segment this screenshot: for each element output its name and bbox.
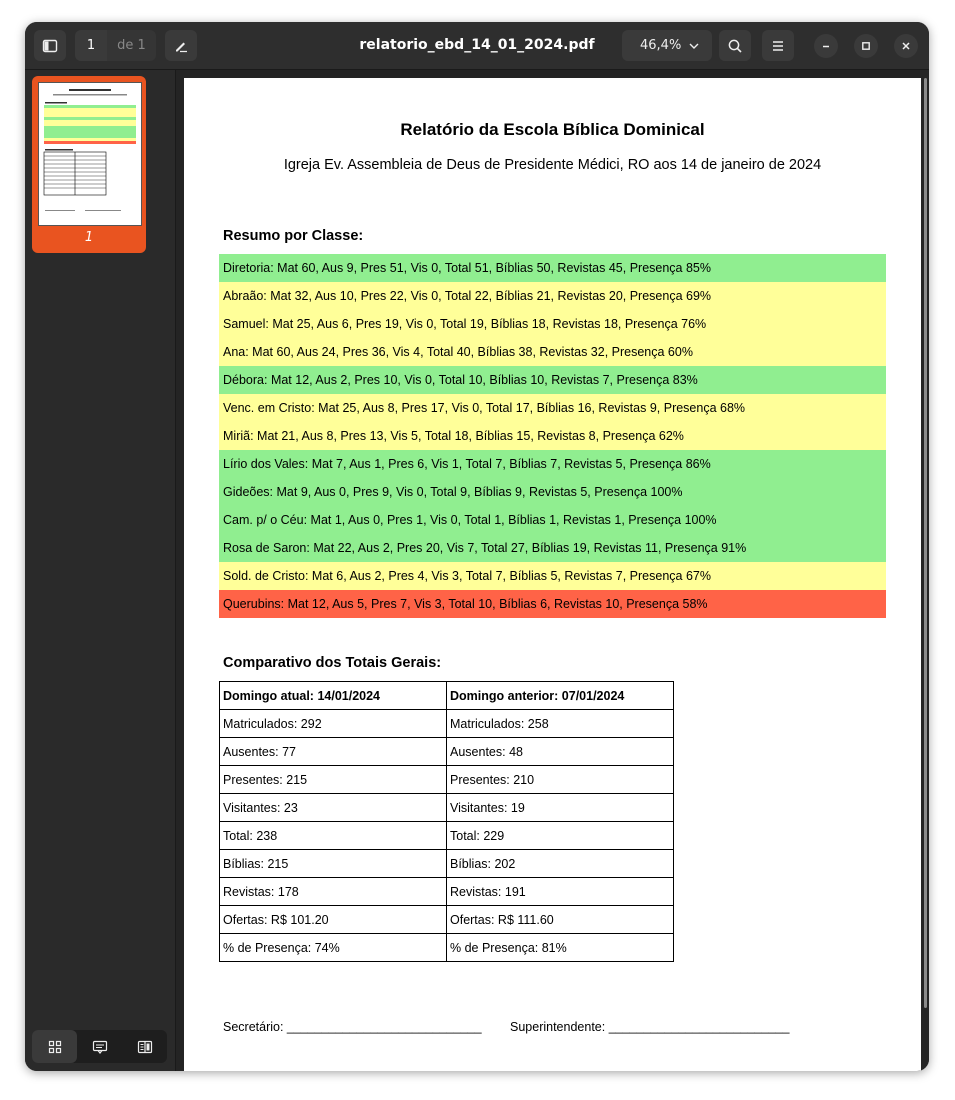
page-total-label: de 1 xyxy=(107,30,156,61)
search-icon xyxy=(728,39,742,53)
table-row: Revistas: 178 Revistas: 191 xyxy=(219,877,674,906)
close-button[interactable] xyxy=(894,34,918,58)
minimize-button[interactable] xyxy=(814,34,838,58)
close-icon xyxy=(902,42,910,50)
class-row: Rosa de Saron: Mat 22, Aus 2, Pres 20, V… xyxy=(219,534,886,562)
cell-current: Bíblias: 215 xyxy=(219,849,447,878)
column-header-current: Domingo atual: 14/01/2024 xyxy=(219,681,447,710)
class-row: Lírio dos Vales: Mat 7, Aus 1, Pres 6, V… xyxy=(219,450,886,478)
annotate-button[interactable] xyxy=(165,30,197,61)
vertical-scrollbar[interactable] xyxy=(924,78,927,1008)
hamburger-menu-icon xyxy=(773,40,783,51)
class-row: Diretoria: Mat 60, Aus 9, Pres 51, Vis 0… xyxy=(219,254,886,282)
table-row: Presentes: 215 Presentes: 210 xyxy=(219,765,674,794)
thumbnails-grid-icon xyxy=(48,1040,61,1053)
cell-current: Matriculados: 292 xyxy=(219,709,447,738)
cell-previous: Total: 229 xyxy=(446,821,674,850)
cell-previous: Ofertas: R$ 111.60 xyxy=(446,905,674,934)
outline-book-icon xyxy=(137,1040,152,1053)
annotate-pen-icon xyxy=(176,42,187,52)
table-row: % de Presença: 74%% de Presença: 81% xyxy=(219,933,674,962)
minimize-icon xyxy=(823,45,829,48)
table-row: Bíblias: 215 Bíblias: 202 xyxy=(219,849,674,878)
document-title: relatorio_ebd_14_01_2024.pdf xyxy=(359,37,595,53)
compare-heading: Comparativo dos Totais Gerais: xyxy=(223,655,442,671)
class-row: Débora: Mat 12, Aus 2, Pres 10, Vis 0, T… xyxy=(219,366,886,394)
cell-current: Visitantes: 23 xyxy=(219,793,447,822)
column-header-previous: Domingo anterior: 07/01/2024 xyxy=(446,681,674,710)
totals-comparison-table: Domingo atual: 14/01/2024 Domingo anteri… xyxy=(219,681,674,962)
cell-previous: % de Presença: 81% xyxy=(446,933,674,962)
table-header-row: Domingo atual: 14/01/2024 Domingo anteri… xyxy=(219,681,674,710)
class-row: Miriã: Mat 21, Aus 8, Pres 13, Vis 5, To… xyxy=(219,422,886,450)
thumbnail-preview xyxy=(38,82,142,226)
class-row: Samuel: Mat 25, Aus 6, Pres 19, Vis 0, T… xyxy=(219,310,886,338)
class-row: Abraão: Mat 32, Aus 10, Pres 22, Vis 0, … xyxy=(219,282,886,310)
zoom-level: 46,4% xyxy=(640,38,682,53)
sidebar-toggle-button[interactable] xyxy=(34,30,66,61)
table-row: Visitantes: 23 Visitantes: 19 xyxy=(219,793,674,822)
table-row: Ofertas: R$ 101.20 Ofertas: R$ 111.60 xyxy=(219,905,674,934)
cell-current: % de Presença: 74% xyxy=(219,933,447,962)
superintendent-signature-line: Superintendente: _______________________… xyxy=(510,1020,790,1034)
tab-outline[interactable] xyxy=(122,1030,167,1063)
class-row: Venc. em Cristo: Mat 25, Aus 8, Pres 17,… xyxy=(219,394,886,422)
annotations-icon xyxy=(92,1040,107,1054)
cell-previous: Bíblias: 202 xyxy=(446,849,674,878)
cell-current: Presentes: 215 xyxy=(219,765,447,794)
cell-previous: Ausentes: 48 xyxy=(446,737,674,766)
cell-previous: Presentes: 210 xyxy=(446,765,674,794)
chevron-down-icon xyxy=(689,43,699,49)
class-row: Sold. de Cristo: Mat 6, Aus 2, Pres 4, V… xyxy=(219,562,886,590)
tab-annotations[interactable] xyxy=(77,1030,122,1063)
class-row: Querubins: Mat 12, Aus 5, Pres 7, Vis 3,… xyxy=(219,590,886,618)
pdf-page: Relatório da Escola Bíblica Dominical Ig… xyxy=(184,78,921,1071)
tab-thumbnails[interactable] xyxy=(32,1030,77,1063)
cell-current: Revistas: 178 xyxy=(219,877,447,906)
search-button[interactable] xyxy=(719,30,751,61)
document-view[interactable]: Relatório da Escola Bíblica Dominical Ig… xyxy=(176,70,929,1071)
class-row: Ana: Mat 60, Aus 24, Pres 36, Vis 4, Tot… xyxy=(219,338,886,366)
maximize-button[interactable] xyxy=(854,34,878,58)
sidebar-view-tabs xyxy=(32,1030,167,1063)
class-summary-list: Diretoria: Mat 60, Aus 9, Pres 51, Vis 0… xyxy=(219,254,886,618)
secretary-signature-line: Secretário: ____________________________ xyxy=(223,1020,482,1034)
table-row: Ausentes: 77 Ausentes: 48 xyxy=(219,737,674,766)
report-title: Relatório da Escola Bíblica Dominical xyxy=(400,120,705,139)
table-row: Total: 238 Total: 229 xyxy=(219,821,674,850)
cell-previous: Matriculados: 258 xyxy=(446,709,674,738)
page-number-input[interactable]: 1 xyxy=(75,30,107,61)
header-bar: 1 de 1 relatorio_ebd_14_01_2024.pdf 46,4… xyxy=(25,22,929,70)
pdf-viewer-window: 1 de 1 relatorio_ebd_14_01_2024.pdf 46,4… xyxy=(25,22,929,1071)
cell-current: Total: 238 xyxy=(219,821,447,850)
cell-previous: Revistas: 191 xyxy=(446,877,674,906)
thumbnail-page-number: 1 xyxy=(84,230,94,245)
table-row: Matriculados: 292 Matriculados: 258 xyxy=(219,709,674,738)
page-thumbnail[interactable]: 1 xyxy=(32,76,146,253)
cell-previous: Visitantes: 19 xyxy=(446,793,674,822)
summary-heading: Resumo por Classe: xyxy=(223,228,364,244)
report-subtitle: Igreja Ev. Assembleia de Deus de Preside… xyxy=(283,157,822,173)
cell-current: Ofertas: R$ 101.20 xyxy=(219,905,447,934)
class-row: Cam. p/ o Céu: Mat 1, Aus 0, Pres 1, Vis… xyxy=(219,506,886,534)
thumbnail-sidebar: 1 xyxy=(25,70,176,1071)
main-menu-button[interactable] xyxy=(762,30,794,61)
maximize-icon xyxy=(862,42,870,50)
sidebar-toggle-icon xyxy=(42,39,58,52)
cell-current: Ausentes: 77 xyxy=(219,737,447,766)
class-row: Gideões: Mat 9, Aus 0, Pres 9, Vis 0, To… xyxy=(219,478,886,506)
page-navigator: 1 de 1 xyxy=(75,30,156,61)
zoom-dropdown[interactable]: 46,4% xyxy=(622,30,712,61)
